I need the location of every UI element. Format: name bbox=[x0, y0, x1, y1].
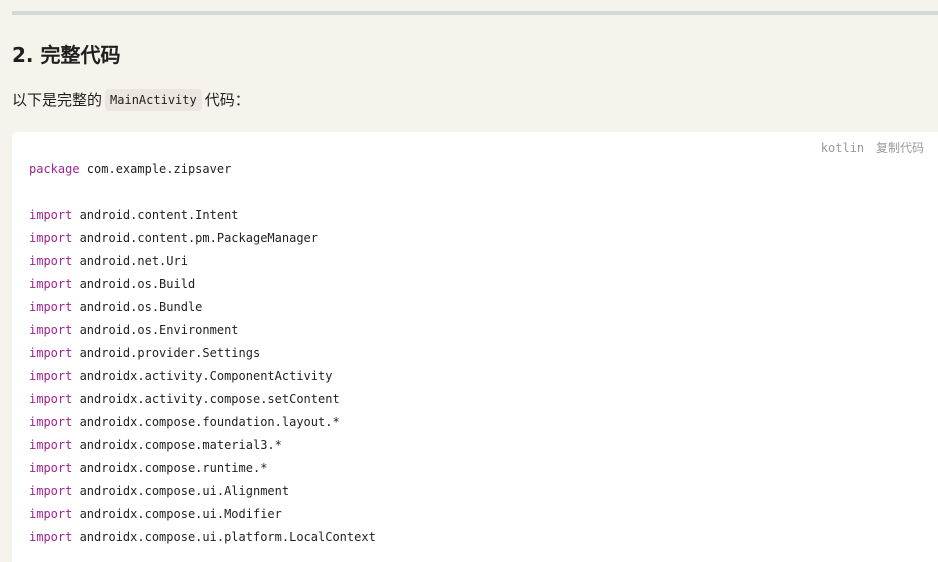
intro-text-before: 以下是完整的 bbox=[12, 91, 103, 109]
inline-code-mainactivity: MainActivity bbox=[105, 89, 202, 111]
code-keyword: import bbox=[29, 208, 73, 222]
intro-paragraph: 以下是完整的 MainActivity 代码： bbox=[12, 88, 250, 112]
code-text: androidx.activity.compose.setContent bbox=[72, 392, 340, 406]
code-text: androidx.compose.foundation.layout.* bbox=[72, 415, 340, 429]
code-text: android.content.pm.PackageManager bbox=[72, 231, 318, 245]
code-lines: package com.example.zipsaver import andro… bbox=[29, 158, 376, 549]
code-text: android.os.Build bbox=[72, 277, 196, 291]
section-heading: 2. 完整代码 bbox=[12, 43, 121, 67]
code-keyword: import bbox=[29, 300, 73, 314]
code-text: com.example.zipsaver bbox=[79, 162, 232, 176]
intro-text-after: 代码： bbox=[204, 91, 250, 109]
code-text: androidx.compose.ui.platform.LocalContex… bbox=[72, 530, 376, 544]
code-text: android.net.Uri bbox=[72, 254, 188, 268]
code-text: android.os.Environment bbox=[72, 323, 239, 337]
code-line: import android.net.Uri bbox=[29, 250, 376, 273]
code-keyword: package bbox=[29, 162, 80, 176]
code-text: androidx.compose.material3.* bbox=[72, 438, 282, 452]
code-keyword: import bbox=[29, 438, 73, 452]
code-line: import androidx.compose.ui.Alignment bbox=[29, 480, 376, 503]
section-divider bbox=[12, 11, 938, 15]
code-block: kotlin 复制代码 package com.example.zipsaver… bbox=[12, 132, 938, 562]
code-keyword: import bbox=[29, 254, 73, 268]
code-keyword: import bbox=[29, 415, 73, 429]
code-line: import android.os.Build bbox=[29, 273, 376, 296]
code-text: android.provider.Settings bbox=[72, 346, 261, 360]
code-line: import androidx.compose.foundation.layou… bbox=[29, 411, 376, 434]
copy-code-button[interactable]: 复制代码 bbox=[876, 141, 924, 155]
code-keyword: import bbox=[29, 369, 73, 383]
code-line: import androidx.compose.material3.* bbox=[29, 434, 376, 457]
code-text: androidx.compose.runtime.* bbox=[72, 461, 268, 475]
code-line: package com.example.zipsaver bbox=[29, 158, 376, 181]
code-keyword: import bbox=[29, 231, 73, 245]
code-line: import android.provider.Settings bbox=[29, 342, 376, 365]
code-text: android.os.Bundle bbox=[72, 300, 203, 314]
code-keyword: import bbox=[29, 530, 73, 544]
code-keyword: import bbox=[29, 346, 73, 360]
code-keyword: import bbox=[29, 323, 73, 337]
code-keyword: import bbox=[29, 484, 73, 498]
code-line: import androidx.compose.ui.Modifier bbox=[29, 503, 376, 526]
code-line: import android.os.Bundle bbox=[29, 296, 376, 319]
code-keyword: import bbox=[29, 507, 73, 521]
code-toolbar: kotlin 复制代码 bbox=[821, 139, 924, 156]
code-text: android.content.Intent bbox=[72, 208, 239, 222]
code-line: import androidx.compose.runtime.* bbox=[29, 457, 376, 480]
code-line: import android.content.Intent bbox=[29, 204, 376, 227]
code-text: androidx.compose.ui.Modifier bbox=[72, 507, 282, 521]
code-keyword: import bbox=[29, 277, 73, 291]
code-text: androidx.activity.ComponentActivity bbox=[72, 369, 333, 383]
code-line: import androidx.compose.ui.platform.Loca… bbox=[29, 526, 376, 549]
code-line: import android.os.Environment bbox=[29, 319, 376, 342]
code-language-label: kotlin bbox=[820, 141, 865, 155]
code-line: import androidx.activity.compose.setCont… bbox=[29, 388, 376, 411]
code-line: import androidx.activity.ComponentActivi… bbox=[29, 365, 376, 388]
code-line: import android.content.pm.PackageManager bbox=[29, 227, 376, 250]
code-keyword: import bbox=[29, 461, 73, 475]
code-text: androidx.compose.ui.Alignment bbox=[72, 484, 290, 498]
code-keyword: import bbox=[29, 392, 73, 406]
